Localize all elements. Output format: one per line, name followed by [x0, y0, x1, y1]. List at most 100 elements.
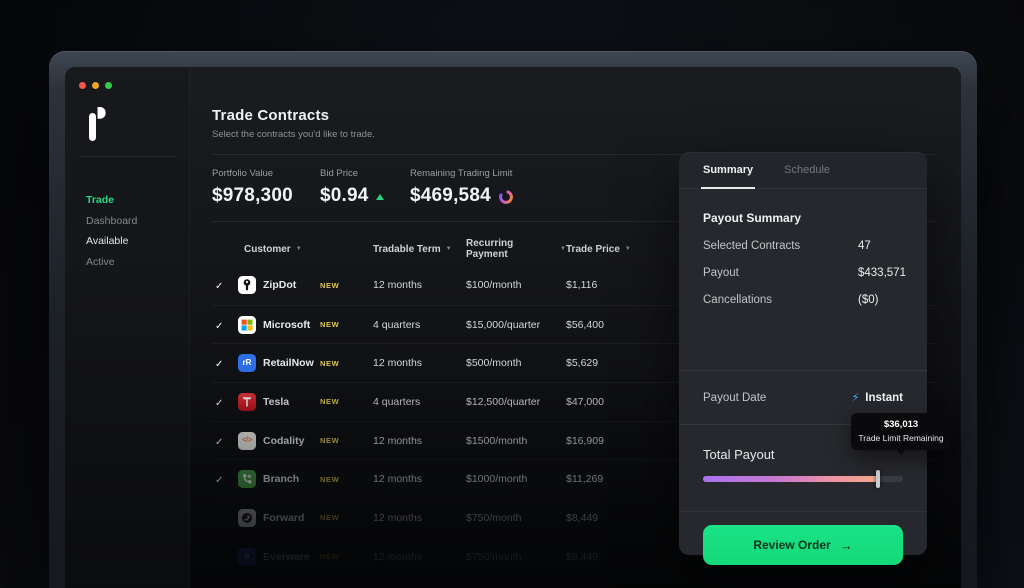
column-header-label: Customer [244, 243, 291, 255]
sidebar-item-dashboard[interactable]: Dashboard [86, 211, 189, 232]
page-subtitle: Select the contracts you'd like to trade… [212, 129, 375, 140]
tradable-term-cell: 12 months [373, 511, 423, 524]
summary-row-value: 47 [858, 240, 871, 252]
payout-date-value: ⚡︎ Instant [852, 391, 903, 405]
review-order-button[interactable]: Review Order → [703, 525, 903, 565]
stat-value-text: $978,300 [212, 185, 293, 206]
everware-logo: e [238, 547, 256, 566]
row-checkbox-checked[interactable]: ✓ [212, 398, 223, 409]
stat-value-text: $469,584 [410, 185, 491, 206]
summary-row-selected-contracts: Selected Contracts 47 [703, 240, 903, 252]
row-checkbox-checked[interactable]: ✓ [212, 475, 223, 486]
forward-logo [238, 508, 256, 527]
new-badge: NEW [320, 513, 340, 523]
column-header-label: Trade Price [566, 243, 620, 255]
slider-handle[interactable] [876, 470, 880, 488]
branch-logo [238, 470, 256, 489]
trend-up-icon [375, 194, 384, 200]
recurring-payment-cell: $500/month [466, 357, 522, 370]
filter-icon[interactable]: ▼ [446, 246, 452, 252]
column-header-label: Tradable Term [373, 243, 441, 255]
progress-ring-icon [498, 188, 514, 205]
column-header-customer[interactable]: Customer ▼ [238, 244, 373, 255]
payout-summary-heading: Payout Summary [703, 211, 802, 225]
row-checkbox-checked[interactable]: ✓ [212, 359, 223, 370]
filter-icon[interactable]: ▼ [296, 246, 302, 252]
sidebar: Trade Dashboard Available Active [65, 67, 190, 588]
zoom-window-button[interactable] [105, 82, 112, 89]
review-order-section: Review Order → [679, 511, 927, 565]
new-badge: NEW [320, 397, 340, 407]
payout-summary-rows: Selected Contracts 47 Payout $433,571 Cancel… [703, 240, 906, 306]
customer-name: Forward [263, 511, 305, 524]
table-row-magic-ent-[interactable]: Magic Ent.NEW12 months$500/month$5,629 [212, 576, 935, 588]
total-payout-label: Total Payout [703, 447, 775, 462]
minimize-window-button[interactable] [92, 82, 99, 89]
new-badge: NEW [320, 320, 340, 330]
tradable-term-cell: 4 quarters [373, 318, 421, 331]
recurring-payment-cell: $15,000/quarter [466, 318, 541, 331]
summary-row-cancellations: Cancellations ($0) [703, 294, 903, 306]
recurring-payment-cell: $12,500/quarter [466, 395, 541, 408]
stat-remaining-trading-limit: Remaining Trading Limit $469,584 [410, 168, 514, 207]
codality-logo: </> [238, 431, 256, 450]
customer-name: Branch [263, 473, 300, 486]
stat-label: Remaining Trading Limit [410, 168, 513, 179]
sidebar-item-trade[interactable]: Trade [86, 190, 189, 211]
new-badge: NEW [320, 358, 340, 368]
stat-value: $469,584 [410, 185, 514, 207]
payout-date-label: Payout Date [703, 391, 767, 404]
tooltip-value: $36,013 [883, 419, 919, 430]
customer-name: RetailNow [263, 357, 314, 370]
sidebar-nav: Trade Dashboard Available Active [86, 190, 189, 272]
sidebar-item-available[interactable]: Available [86, 231, 189, 252]
tab-summary[interactable]: Summary [700, 152, 756, 189]
summary-row-value: ($0) [858, 294, 879, 306]
total-payout-section: Total Payout $36,013 Trade Limit Remaini… [679, 413, 951, 511]
summary-row-payout: Payout $433,571 [703, 267, 906, 279]
customer-name: ZipDot [263, 279, 297, 292]
customer-cell: e Everware NEW [238, 547, 373, 566]
customer-cell: </> Codality NEW [238, 431, 373, 450]
payout-date-text: Instant [865, 391, 903, 404]
customer-cell: Branch NEW [238, 470, 373, 489]
row-checkbox-checked[interactable]: ✓ [212, 281, 223, 292]
window-controls [79, 82, 189, 89]
filter-icon[interactable]: ▼ [625, 246, 631, 252]
page-title: Trade Contracts [212, 107, 330, 124]
tooltip-caption: Trade Limit Remaining [858, 433, 944, 443]
order-summary-panel: Summary Schedule Payout Summary Selected… [679, 152, 951, 565]
stat-bid-price: Bid Price $0.94 [320, 168, 410, 207]
customer-cell: rR RetailNow NEW [238, 354, 373, 373]
close-window-button[interactable] [79, 82, 86, 89]
row-checkbox-checked[interactable]: ✓ [212, 437, 223, 448]
retailnow-logo: rR [238, 354, 256, 373]
trade-limit-tooltip: $36,013 Trade Limit Remaining [851, 413, 951, 455]
customer-cell: Forward NEW [238, 508, 373, 527]
customer-name: Tesla [263, 395, 290, 408]
customer-name: Microsoft [263, 318, 311, 331]
total-payout-slider[interactable]: $36,013 Trade Limit Remaining [703, 413, 951, 488]
summary-row-label: Payout [703, 267, 739, 279]
new-badge: NEW [320, 436, 340, 446]
column-header-recurring-payment[interactable]: Recurring Payment ▼ [466, 238, 566, 260]
column-header-tradable-term[interactable]: Tradable Term ▼ [373, 244, 466, 255]
row-checkbox-checked[interactable]: ✓ [212, 321, 223, 332]
stat-label: Portfolio Value [212, 168, 274, 179]
customer-cell: Microsoft NEW [238, 315, 373, 334]
new-badge: NEW [320, 552, 340, 562]
stat-value: $0.94 [320, 185, 410, 207]
tradable-term-cell: 4 quarters [373, 395, 421, 408]
tab-schedule[interactable]: Schedule [784, 152, 830, 188]
sidebar-divider [79, 156, 175, 157]
pipe-logo [89, 107, 106, 141]
summary-row-value: $433,571 [858, 267, 906, 279]
customer-cell: ZipDot NEW [238, 276, 373, 295]
stat-portfolio-value: Portfolio Value $978,300 [212, 168, 320, 207]
stat-value-text: $0.94 [320, 185, 369, 206]
tradable-term-cell: 12 months [373, 550, 423, 563]
microsoft-logo [238, 315, 256, 334]
sidebar-item-active[interactable]: Active [86, 252, 189, 273]
tesla-logo [238, 392, 256, 411]
recurring-payment-cell: $1000/month [466, 473, 528, 486]
